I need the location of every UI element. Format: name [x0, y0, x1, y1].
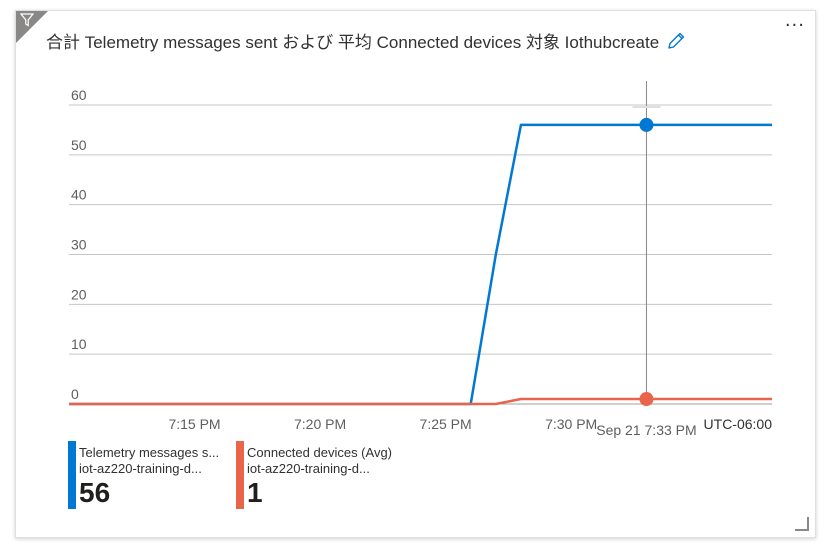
- y-tick-label: 0: [71, 386, 79, 402]
- legend-resource-name: iot-az220-training-d...: [79, 461, 202, 476]
- metric-tile: 合計 Telemetry messages sent および 平均 Connec…: [15, 10, 816, 538]
- hover-point-1: [639, 117, 654, 132]
- timezone-label: UTC-06:00: [704, 416, 773, 432]
- y-tick-label: 50: [71, 137, 87, 153]
- legend-value: 1: [247, 477, 263, 508]
- series-line-1: [69, 123, 772, 406]
- legend-item-connected-devices[interactable]: Connected devices (Avg) iot-az220-traini…: [236, 441, 427, 511]
- y-tick-label: 40: [71, 187, 87, 203]
- hover-point-2: [639, 392, 654, 407]
- x-tick-label: 7:25 PM: [420, 416, 472, 432]
- line-chart: 0 10 20 30 40 50 60 7:15 PM 7:20 PM 7:25 PM 7:30 P…: [69, 81, 773, 438]
- legend-series-name: Connected devices (Avg): [247, 445, 393, 460]
- legend-value: 56: [79, 477, 111, 508]
- resize-handle[interactable]: [795, 517, 809, 531]
- legend-resource-name: iot-az220-training-d...: [247, 461, 370, 476]
- hover-time-label: Sep 21 7:33 PM: [596, 422, 696, 438]
- legend-item-telemetry[interactable]: Telemetry messages s... iot-az220-traini…: [68, 441, 239, 511]
- y-tick-label: 30: [71, 237, 87, 253]
- x-tick-label: 7:20 PM: [294, 416, 346, 432]
- series-line-2: [69, 397, 772, 406]
- y-tick-label: 60: [71, 87, 87, 103]
- legend-color-bar: [68, 441, 76, 509]
- x-tick-label: 7:15 PM: [168, 416, 220, 432]
- x-tick-label: 7:30 PM: [545, 416, 597, 432]
- y-tick-label: 20: [71, 286, 87, 302]
- y-tick-label: 10: [71, 336, 87, 352]
- legend-color-bar: [236, 441, 244, 509]
- legend-series-name: Telemetry messages s...: [79, 445, 220, 460]
